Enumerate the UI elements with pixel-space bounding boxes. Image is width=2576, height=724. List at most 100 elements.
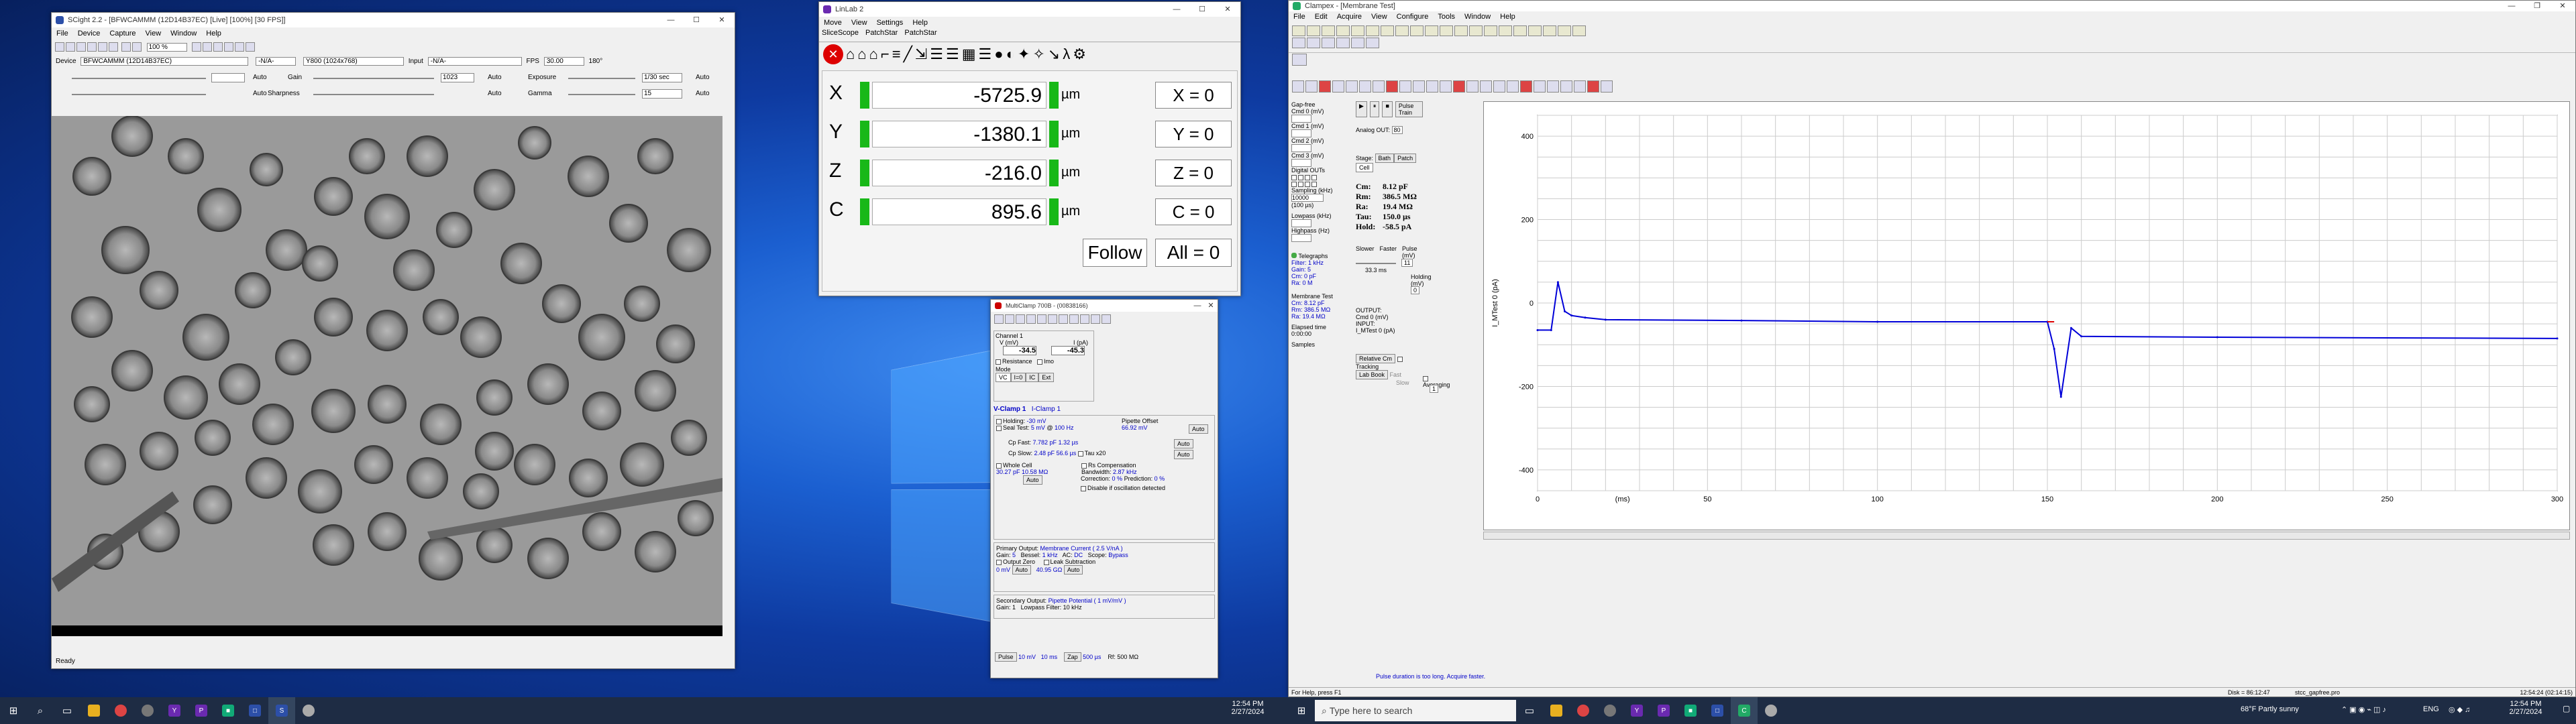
- view-icon-14[interactable]: [1480, 80, 1492, 93]
- plot-scrollbar[interactable]: [1483, 532, 2570, 540]
- snail-icon[interactable]: ◐: [1006, 46, 1015, 63]
- search-box[interactable]: ⌕ Type here to search: [1315, 700, 1516, 721]
- menu-capture[interactable]: Capture: [105, 29, 140, 38]
- speed-slider[interactable]: [1356, 263, 1396, 264]
- clock-time-2[interactable]: 12:54 PM: [2496, 700, 2556, 708]
- stage-cell[interactable]: Cell: [1356, 163, 1373, 172]
- app-icon-9[interactable]: P: [1650, 697, 1677, 724]
- task-view-icon[interactable]: ▭: [54, 697, 80, 724]
- options-icon[interactable]: [1091, 314, 1100, 324]
- cmd-icon-18[interactable]: [1558, 25, 1571, 36]
- weather-widget[interactable]: 68°F Partly sunny: [2241, 705, 2299, 713]
- gamma-slider[interactable]: [568, 94, 635, 95]
- minimize-button[interactable]: —: [1164, 2, 1189, 17]
- minimize-button[interactable]: —: [2499, 1, 2524, 11]
- audio-icon[interactable]: [1069, 314, 1079, 324]
- cmd-icon-7[interactable]: [1395, 25, 1409, 36]
- pause-button[interactable]: ⏸: [1369, 101, 1380, 117]
- cmd3-input[interactable]: [1291, 159, 1311, 167]
- mode-ic[interactable]: IC: [1026, 373, 1039, 382]
- bessel-value[interactable]: 1 kHz: [1042, 552, 1058, 558]
- view-icon-18[interactable]: [1534, 80, 1546, 93]
- bandwidth-value[interactable]: 2.87 kHz: [1113, 469, 1137, 475]
- tool-icon-4[interactable]: [1351, 38, 1364, 48]
- pulse-train-button[interactable]: Pulse Train: [1395, 101, 1423, 117]
- menu-window[interactable]: Window: [1460, 13, 1495, 21]
- leak-auto-button[interactable]: Auto: [1063, 565, 1083, 575]
- approach-icon[interactable]: ⇲: [915, 46, 927, 63]
- disable-osc-check[interactable]: Disable if oscillation detected: [1087, 485, 1165, 491]
- tool-icon-3[interactable]: [1336, 38, 1350, 48]
- lambda-icon[interactable]: λ: [1063, 46, 1070, 63]
- contrast-slider[interactable]: [72, 94, 206, 95]
- step-icon[interactable]: ⌐: [881, 46, 890, 63]
- cmd-icon-12[interactable]: [1469, 25, 1483, 36]
- cmd-icon-17[interactable]: [1543, 25, 1556, 36]
- layout-icon[interactable]: [213, 42, 223, 52]
- zero-button-c[interactable]: C = 0: [1155, 198, 1232, 225]
- gain-input[interactable]: 1023: [441, 73, 474, 82]
- sharpness-slider[interactable]: [313, 94, 434, 95]
- cp-slow-tau[interactable]: 56.6 µs: [1057, 450, 1077, 457]
- view-icon-10[interactable]: [1426, 80, 1438, 93]
- lock-icon[interactable]: [1080, 314, 1089, 324]
- zap-duration[interactable]: 500 µs: [1083, 654, 1101, 660]
- zero-button-x[interactable]: X = 0: [1155, 82, 1232, 109]
- view-icon-20[interactable]: [1560, 80, 1572, 93]
- cp-fast-tau[interactable]: 1.32 µs: [1059, 439, 1079, 446]
- highpass-input[interactable]: [1291, 234, 1311, 242]
- menu-settings[interactable]: Settings: [872, 19, 908, 27]
- tab-patchstar-1[interactable]: PatchStar: [865, 29, 898, 42]
- output-zero-auto-button[interactable]: Auto: [1012, 565, 1032, 575]
- relative-cm-button[interactable]: Relative Cm: [1356, 354, 1396, 363]
- home-icon[interactable]: ⌂: [846, 46, 855, 63]
- pulse-amplitude[interactable]: 10 mV: [1018, 654, 1036, 660]
- zero-button-z[interactable]: Z = 0: [1155, 160, 1232, 186]
- reset-icon[interactable]: [1005, 314, 1014, 324]
- tracking-slow[interactable]: Slow: [1356, 379, 1423, 386]
- tab-slicescope[interactable]: SliceScope: [822, 29, 859, 42]
- file-explorer-icon[interactable]: [80, 697, 107, 724]
- gain-auto[interactable]: Auto: [488, 74, 502, 81]
- close-button[interactable]: ✕: [1215, 2, 1240, 17]
- app-icon-3[interactable]: P: [188, 697, 215, 724]
- clock-date-2[interactable]: 2/27/2024: [2496, 708, 2556, 716]
- exposure-slider[interactable]: [568, 78, 635, 79]
- frame-icon[interactable]: [224, 42, 234, 52]
- cp-fast-value[interactable]: 7.782 pF: [1033, 439, 1057, 446]
- zoom-in-icon[interactable]: [121, 42, 131, 52]
- device-format[interactable]: -N/A-: [256, 57, 297, 66]
- whole-cell-cm[interactable]: 30.27 pF: [996, 469, 1020, 475]
- app-icon-5[interactable]: □: [241, 697, 268, 724]
- cmd2-input[interactable]: [1291, 144, 1311, 152]
- run-icon[interactable]: ✧: [1032, 46, 1044, 63]
- file-explorer-icon-2[interactable]: [1543, 697, 1570, 724]
- pipette-auto-button[interactable]: Auto: [1189, 424, 1208, 434]
- cmd-icon-19[interactable]: [1572, 25, 1586, 36]
- prediction-value[interactable]: 0 %: [1155, 475, 1165, 482]
- menu-help[interactable]: Help: [201, 29, 226, 38]
- view-icon-11[interactable]: [1440, 80, 1452, 93]
- home3-icon[interactable]: ⌂: [869, 46, 878, 63]
- record-icon[interactable]: [87, 42, 97, 52]
- cmd-icon-13[interactable]: [1484, 25, 1497, 36]
- menu-view[interactable]: View: [1366, 13, 1392, 21]
- view-icon-1[interactable]: [1305, 80, 1318, 93]
- contrast-auto[interactable]: Auto: [253, 90, 267, 97]
- view-icon-2[interactable]: [1319, 80, 1331, 93]
- menu-configure[interactable]: Configure: [1392, 13, 1434, 21]
- menu-view[interactable]: View: [847, 19, 872, 27]
- settings-icon[interactable]: [235, 42, 245, 52]
- home2-icon[interactable]: ⌂: [857, 46, 866, 63]
- mode-ext[interactable]: Ext: [1038, 373, 1055, 382]
- output-zero-check[interactable]: Output Zero: [1003, 558, 1035, 565]
- meter-icon[interactable]: [1059, 314, 1068, 324]
- cmd-icon-0[interactable]: [1292, 25, 1305, 36]
- cmd-icon-10[interactable]: [1440, 25, 1453, 36]
- cmd-icon-8[interactable]: [1410, 25, 1424, 36]
- cmd-icon-15[interactable]: [1513, 25, 1527, 36]
- sharpness-auto[interactable]: Auto: [488, 90, 502, 97]
- view-icon-17[interactable]: [1520, 80, 1532, 93]
- pulse-button[interactable]: Pulse: [995, 652, 1017, 662]
- clampex-taskbar-icon[interactable]: C: [1731, 697, 1758, 724]
